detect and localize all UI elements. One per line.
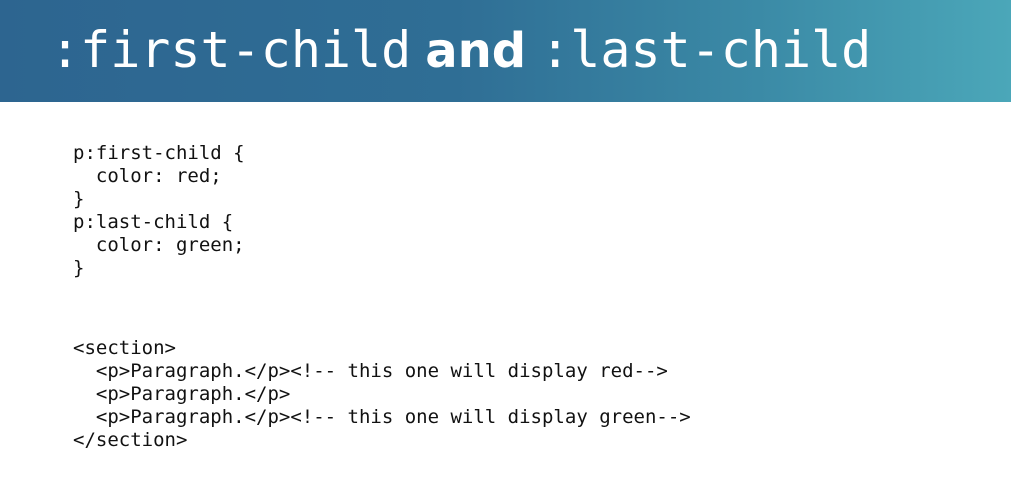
html-line: <p>Paragraph.</p> [73, 383, 291, 405]
title-banner: :first-child and:last-child [0, 0, 1011, 102]
css-line: color: red; [73, 165, 222, 187]
css-line: p:last-child { [73, 211, 234, 233]
css-code-block: p:first-child { color: red;} p:last-child… [73, 142, 245, 280]
html-line: <p>Paragraph.</p><!-- this one will disp… [73, 360, 668, 382]
html-line: <section> [73, 337, 176, 359]
html-line: </section> [73, 429, 188, 451]
slide: :first-child and:last-child p:first-child… [0, 0, 1011, 482]
slide-title: :first-child and:last-child [50, 20, 871, 86]
css-line: } [73, 257, 85, 279]
title-last-child: :last-child [540, 21, 872, 79]
title-and: and [425, 23, 527, 79]
html-line: <p>Paragraph.</p><!-- this one will disp… [73, 406, 691, 428]
css-line: p:first-child { [73, 142, 245, 164]
title-first-child: :first-child [50, 21, 412, 79]
html-code-block: <section> <p>Paragraph.</p><!-- this one… [73, 337, 691, 452]
css-line: color: green; [73, 234, 245, 256]
css-line: } [73, 188, 85, 210]
